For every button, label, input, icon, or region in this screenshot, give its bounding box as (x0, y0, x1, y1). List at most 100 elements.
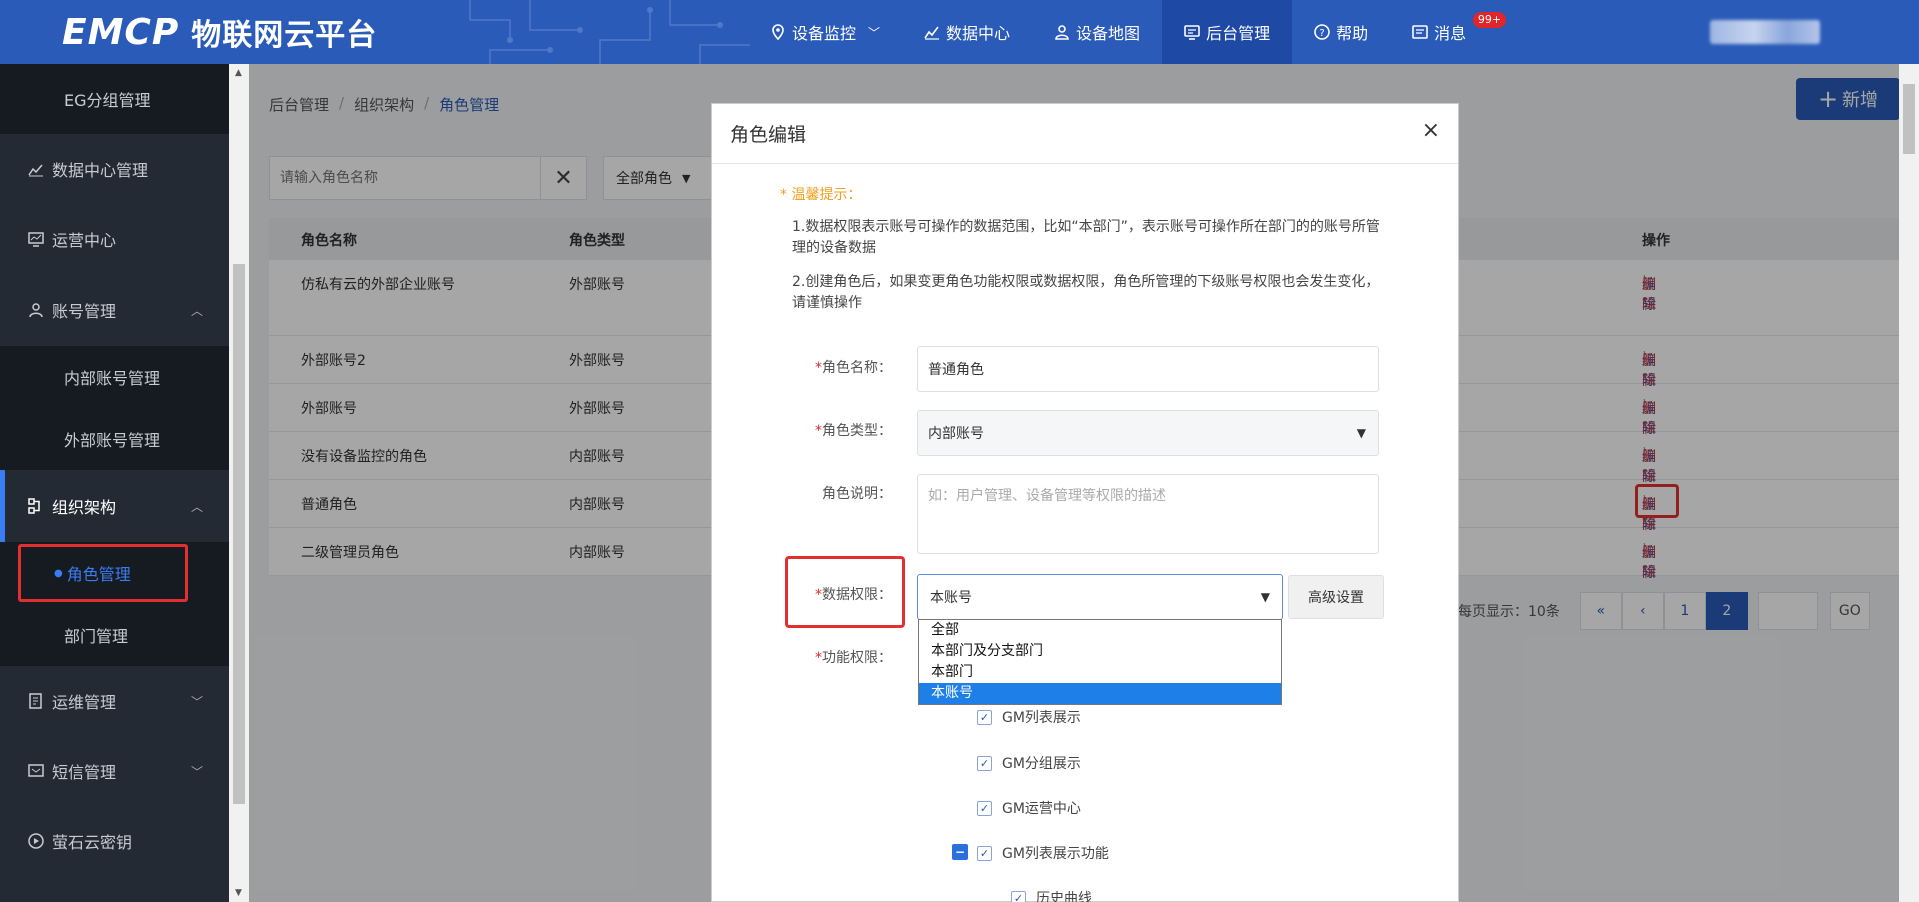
chart-icon (924, 26, 940, 40)
permission-item[interactable]: ✓ GM分组展示 (977, 753, 1081, 773)
chevron-down-icon: ▼ (1356, 426, 1366, 440)
sidebar-item-internal-accounts[interactable]: 内部账号管理 (0, 346, 229, 408)
role-type-select[interactable]: 内部账号 ▼ (917, 410, 1379, 456)
sidebar-item-label: EG分组管理 (64, 91, 151, 110)
monitor-icon (1184, 25, 1200, 40)
checkbox-checked-icon[interactable]: ✓ (977, 709, 992, 725)
tip-text: 2.创建角色后，如果变更角色功能权限或数据权限，角色所管理的下级账号权限也会发生… (792, 274, 1380, 311)
permission-label: GM列表展示功能 (1002, 846, 1109, 862)
required-mark: * (815, 423, 822, 439)
collapse-icon[interactable]: − (952, 844, 968, 860)
sidebar-item-label: 外部账号管理 (64, 431, 161, 450)
data-permission-dropdown: 全部 本部门及分支部门 本部门 本账号 (918, 619, 1282, 705)
label-text: 角色名称： (822, 360, 892, 376)
label-text: 角色类型： (822, 423, 892, 439)
user-info-blurred[interactable] (1710, 20, 1820, 44)
sidebar-item-org[interactable]: 组织架构 ︿ (0, 470, 229, 542)
play-circle-icon (28, 833, 44, 849)
message-count-badge: 99+ (1472, 12, 1507, 28)
nav-data-center[interactable]: 数据中心 (902, 0, 1032, 64)
role-name-label: *角色名称： (712, 357, 892, 377)
sidebar-item-operations[interactable]: 运营中心 (0, 204, 229, 274)
role-name-input[interactable]: 普通角色 (917, 346, 1379, 392)
nav-help[interactable]: ? 帮助 (1292, 0, 1390, 64)
sidebar-item-label: 萤石云密钥 (52, 833, 133, 852)
chevron-down-icon: ▼ (1260, 590, 1270, 604)
sidebar-item-accounts[interactable]: 账号管理 ︿ (0, 274, 229, 346)
label-text: 数据权限： (822, 587, 892, 603)
permission-label: 历史曲线 (1036, 891, 1092, 902)
sidebar-item-label: 部门管理 (64, 627, 129, 646)
data-permission-value: 本账号 (930, 590, 972, 606)
help-icon: ? (1314, 24, 1330, 40)
sidebar-item-ops[interactable]: 运维管理 ﹀ (0, 666, 229, 736)
data-permission-label: *数据权限： (712, 584, 892, 604)
chevron-down-icon: ﹀ (190, 694, 203, 709)
nav-device-monitor[interactable]: 设备监控 ﹀ (748, 0, 902, 64)
svg-text:?: ? (1319, 28, 1324, 39)
checkbox-checked-icon[interactable]: ✓ (1011, 890, 1026, 902)
sidebar-item-label: 运维管理 (52, 693, 117, 712)
advanced-settings-button[interactable]: 高级设置 (1288, 575, 1384, 619)
user-icon (29, 303, 43, 318)
sidebar-scrollbar[interactable]: ▲ ▼ (229, 64, 249, 902)
tip-title: * 温馨提示： (780, 187, 862, 203)
required-mark: * (815, 587, 822, 603)
scrollbar-thumb[interactable] (233, 264, 245, 804)
org-icon (28, 498, 40, 514)
dropdown-option[interactable]: 本部门及分支部门 (919, 641, 1281, 662)
user-pin-icon (1055, 25, 1069, 40)
permission-item[interactable]: ✓ GM运营中心 (977, 798, 1081, 818)
location-pin-icon (772, 24, 784, 40)
chevron-up-icon: ︿ (190, 303, 203, 318)
sidebar-item-label: 内部账号管理 (64, 369, 161, 388)
permission-item[interactable]: ✓ 历史曲线 (1011, 888, 1092, 902)
monitor-chart-icon (28, 232, 44, 247)
role-type-value: 内部账号 (928, 426, 984, 442)
dialog-header: 角色编辑 × (712, 104, 1458, 164)
nav-label: 后台管理 (1206, 24, 1271, 43)
sidebar-item-label: 数据中心管理 (52, 161, 149, 180)
permission-label: GM运营中心 (1002, 801, 1081, 817)
top-bar: EMCP 物联网云平台 设备监控 ﹀ 数据中心 设备地图 后台管理 ? 帮助 消… (0, 0, 1919, 64)
permission-label: GM分组展示 (1002, 756, 1081, 772)
nav-label: 帮助 (1336, 24, 1369, 43)
sidebar-item-eg-group[interactable]: EG分组管理 (0, 64, 229, 134)
scrollbar-thumb[interactable] (1903, 84, 1915, 154)
circuit-decoration (469, 0, 750, 64)
checkbox-checked-icon[interactable]: ✓ (977, 755, 992, 771)
main-nav: 设备监控 ﹀ 数据中心 设备地图 后台管理 ? 帮助 消息 99+ (748, 0, 1507, 64)
permission-item[interactable]: ✓ GM列表展示 (977, 707, 1081, 727)
tip-text: 1.数据权限表示账号可操作的数据范围，比如“本部门”，表示账号可操作所在部门的的… (792, 219, 1380, 256)
sidebar-item-external-accounts[interactable]: 外部账号管理 (0, 408, 229, 470)
sidebar-item-departments[interactable]: 部门管理 (0, 604, 229, 666)
dropdown-option[interactable]: 本部门 (919, 662, 1281, 683)
sidebar-item-label: 组织架构 (52, 498, 117, 517)
logo[interactable]: EMCP 物联网云平台 (62, 12, 378, 54)
sidebar-item-label: 运营中心 (52, 231, 117, 250)
dropdown-option[interactable]: 全部 (919, 620, 1281, 641)
checkbox-checked-icon[interactable]: ✓ (977, 845, 992, 861)
dropdown-option-selected[interactable]: 本账号 (919, 683, 1281, 704)
nav-admin[interactable]: 后台管理 (1162, 0, 1293, 64)
nav-messages[interactable]: 消息 99+ (1390, 0, 1507, 64)
checkbox-checked-icon[interactable]: ✓ (977, 800, 992, 816)
message-icon (1412, 25, 1428, 39)
close-icon[interactable]: × (1422, 118, 1440, 143)
sidebar-item-data-center[interactable]: 数据中心管理 (0, 134, 229, 204)
data-permission-select[interactable]: 本账号 ▼ (917, 574, 1283, 620)
nav-device-map[interactable]: 设备地图 (1032, 0, 1162, 64)
scroll-down-icon[interactable]: ▼ (235, 888, 242, 898)
sidebar-item-label: 账号管理 (52, 302, 117, 321)
sidebar-item-ezviz-key[interactable]: 萤石云密钥 (0, 806, 229, 876)
permission-item[interactable]: ✓ GM列表展示功能 (977, 843, 1109, 863)
sidebar-item-sms[interactable]: 短信管理 ﹀ (0, 736, 229, 806)
chevron-down-icon: ﹀ (868, 25, 881, 40)
logo-text: 物联网云平台 (191, 18, 378, 53)
scroll-up-icon[interactable]: ▲ (235, 68, 242, 78)
role-desc-textarea[interactable]: 如：用户管理、设备管理等权限的描述 (917, 474, 1379, 554)
page-scrollbar[interactable] (1899, 64, 1919, 902)
role-type-label: *角色类型： (712, 420, 892, 440)
role-desc-label: 角色说明： (822, 486, 892, 502)
chart-icon (28, 164, 43, 177)
